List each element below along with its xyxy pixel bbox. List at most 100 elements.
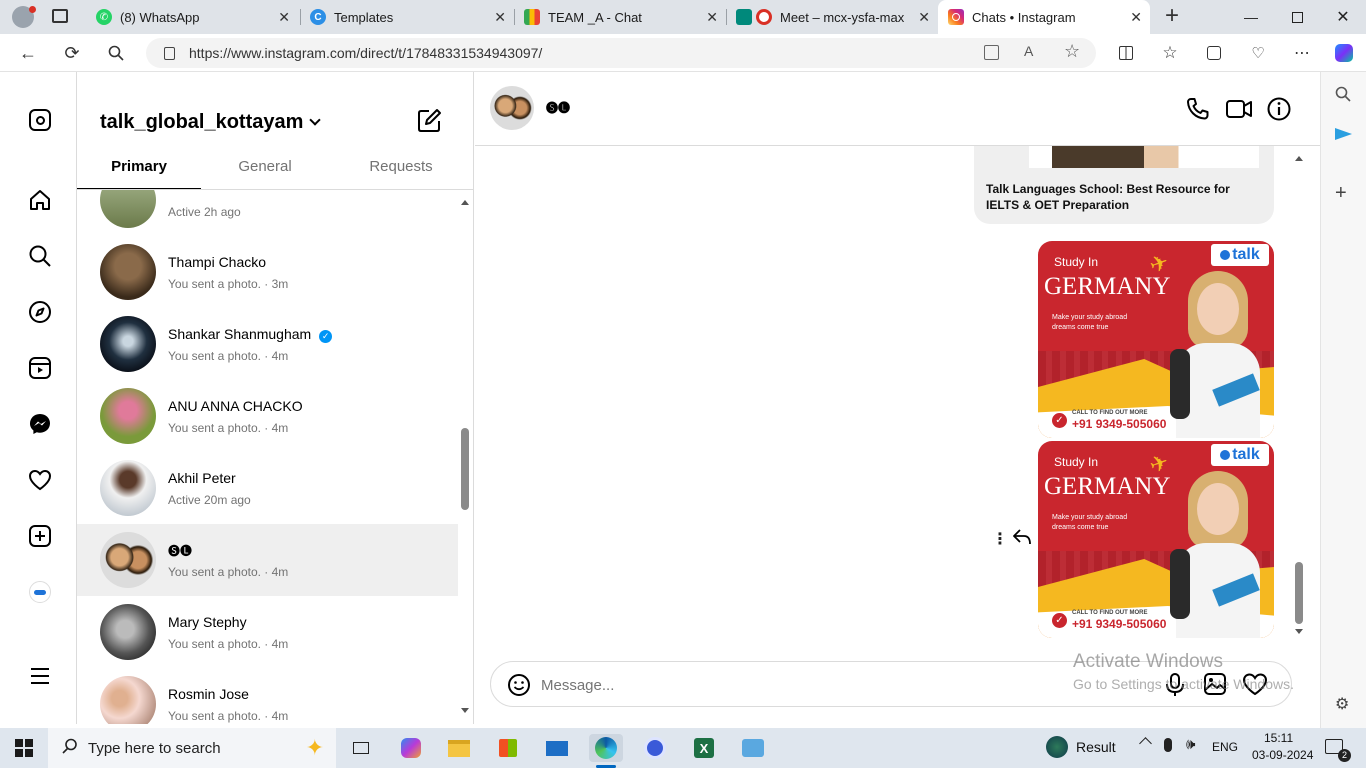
conversation-item[interactable]: Active 2h ago (77, 190, 458, 236)
tab-meet[interactable]: Meet – mcx-ysfa-max ✕ (726, 0, 938, 34)
photo-message[interactable]: talk Study In GERMANY ✈ Make your study … (1038, 441, 1274, 638)
collections-icon[interactable] (1200, 40, 1228, 66)
explore-icon[interactable] (27, 299, 53, 325)
chat-contact-name[interactable]: 🅢🅛 (546, 99, 570, 116)
volume-icon[interactable]: 🕪 (1186, 736, 1195, 753)
conversation-status: You sent a photo. · 4m (168, 709, 289, 723)
audio-call-icon[interactable] (1185, 96, 1211, 127)
video-call-icon[interactable] (1225, 96, 1253, 127)
close-tab-icon[interactable]: ✕ (278, 9, 290, 26)
tab-templates[interactable]: C Templates ✕ (300, 0, 514, 34)
conversation-name: Mary Stephy (168, 614, 247, 630)
scroll-down-arrow-icon[interactable] (1295, 629, 1303, 634)
emoji-icon[interactable] (507, 673, 531, 702)
sidebar-search-icon[interactable] (1335, 86, 1351, 107)
split-screen-icon[interactable] (1112, 40, 1140, 66)
search-icon[interactable] (102, 40, 130, 66)
telegram-icon[interactable] (1335, 128, 1352, 140)
microsoft-store-icon[interactable] (491, 734, 525, 762)
ad-check-icon: ✓ (1052, 613, 1067, 628)
conversation-item-selected[interactable]: 🅢🅛 You sent a photo. · 4m (77, 524, 458, 596)
file-explorer-icon[interactable] (442, 734, 476, 762)
tab-whatsapp[interactable]: ✆ (8) WhatsApp ✕ (86, 0, 298, 34)
instagram-logo-icon[interactable] (27, 107, 53, 133)
conversation-info-icon[interactable] (1266, 96, 1292, 127)
close-tab-icon[interactable]: ✕ (494, 9, 506, 26)
show-hidden-icons-icon[interactable] (1139, 737, 1152, 750)
tab-requests[interactable]: Requests (329, 158, 473, 175)
back-button[interactable]: ← (14, 40, 42, 66)
message-more-options-icon[interactable]: ⋮ (992, 529, 1008, 549)
windows-start-icon[interactable] (7, 734, 41, 762)
messenger-icon[interactable] (27, 411, 53, 437)
conversation-item[interactable]: Akhil Peter Active 20m ago (77, 452, 458, 524)
tab-team-chat[interactable]: TEAM _A - Chat ✕ (514, 0, 726, 34)
account-switcher[interactable]: talk_global_kottayam (100, 111, 322, 134)
photo-message[interactable]: talk Study In GERMANY ✈ Make your study … (1038, 241, 1274, 438)
message-input[interactable] (541, 672, 1061, 698)
close-tab-icon[interactable]: ✕ (1130, 9, 1142, 26)
close-tab-icon[interactable]: ✕ (918, 9, 930, 26)
favorites-icon[interactable]: ☆ (1156, 40, 1184, 66)
home-icon[interactable] (27, 187, 53, 213)
close-tab-icon[interactable]: ✕ (706, 9, 718, 26)
app-circle-icon[interactable] (638, 734, 672, 762)
conversation-list-scrollbar[interactable] (458, 190, 473, 724)
refresh-button[interactable]: ⟳ (58, 40, 86, 66)
clock-date[interactable]: 03-09-2024 (1252, 748, 1313, 762)
more-menu-icon[interactable]: ⋯ (1288, 40, 1316, 66)
link-preview-card[interactable]: Talk Languages School: Best Resource for… (974, 146, 1274, 224)
clock-time[interactable]: 15:11 (1264, 731, 1293, 745)
favorite-star-icon[interactable]: ☆ (1064, 41, 1080, 62)
copilot-icon[interactable] (1330, 40, 1358, 66)
microphone-tray-icon[interactable] (1164, 738, 1172, 752)
read-aloud-icon[interactable]: A (1024, 43, 1033, 59)
add-sidebar-app-icon[interactable]: + (1335, 182, 1347, 205)
scroll-up-arrow-icon[interactable] (461, 200, 469, 205)
more-menu-icon[interactable] (27, 663, 53, 689)
scroll-up-arrow-icon[interactable] (1295, 156, 1303, 161)
reels-icon[interactable] (27, 355, 53, 381)
scroll-thumb[interactable] (1295, 562, 1303, 624)
new-message-icon[interactable] (416, 108, 442, 139)
conversation-item[interactable]: Shankar Shanmugham ✓ You sent a photo. ·… (77, 308, 458, 380)
weather-widget[interactable]: Result (1046, 736, 1116, 758)
task-view-icon[interactable] (344, 734, 378, 762)
restore-button[interactable] (1274, 0, 1320, 34)
mail-icon[interactable] (540, 734, 574, 762)
app-available-icon[interactable] (984, 45, 999, 60)
browser-essentials-icon[interactable]: ♡ (1244, 40, 1272, 66)
conversation-item[interactable]: Thampi Chacko You sent a photo. · 3m (77, 236, 458, 308)
conversation-item[interactable]: Rosmin Jose You sent a photo. · 4m (77, 668, 458, 724)
scroll-thumb[interactable] (461, 428, 469, 510)
tab-instagram[interactable]: Chats • Instagram ✕ (938, 0, 1150, 34)
google-meet-icon (736, 9, 752, 25)
tab-primary[interactable]: Primary (77, 158, 201, 175)
chat-scrollbar[interactable] (1292, 146, 1306, 638)
close-window-button[interactable]: ✕ (1320, 0, 1366, 34)
copilot-icon[interactable] (394, 734, 428, 762)
taskbar-search-box[interactable]: Type here to search ✦ (48, 728, 336, 768)
notifications-heart-icon[interactable] (27, 467, 53, 493)
search-icon[interactable] (27, 243, 53, 269)
reply-icon[interactable] (1012, 528, 1032, 551)
minimize-button[interactable]: — (1228, 0, 1274, 34)
sidebar-settings-icon[interactable]: ⚙ (1335, 694, 1349, 714)
inbox-tabs: Primary General Requests (77, 150, 473, 190)
conversation-item[interactable]: ANU ANNA CHACKO You sent a photo. · 4m (77, 380, 458, 452)
instagram-icon (948, 9, 964, 25)
create-icon[interactable] (27, 523, 53, 549)
lock-icon[interactable] (164, 46, 175, 60)
tab-actions-icon[interactable] (52, 9, 68, 23)
profile-avatar-icon[interactable] (27, 579, 53, 605)
chat-avatar[interactable] (490, 86, 534, 130)
edge-icon[interactable] (589, 734, 623, 762)
snipping-tool-icon[interactable] (736, 734, 770, 762)
new-tab-button[interactable]: + (1160, 4, 1184, 30)
url-field[interactable]: https://www.instagram.com/direct/t/17848… (146, 38, 1096, 68)
input-language[interactable]: ENG (1212, 740, 1238, 754)
tab-general[interactable]: General (201, 158, 329, 175)
scroll-down-arrow-icon[interactable] (461, 708, 469, 713)
conversation-item[interactable]: Mary Stephy You sent a photo. · 4m (77, 596, 458, 668)
excel-icon[interactable]: X (687, 734, 721, 762)
